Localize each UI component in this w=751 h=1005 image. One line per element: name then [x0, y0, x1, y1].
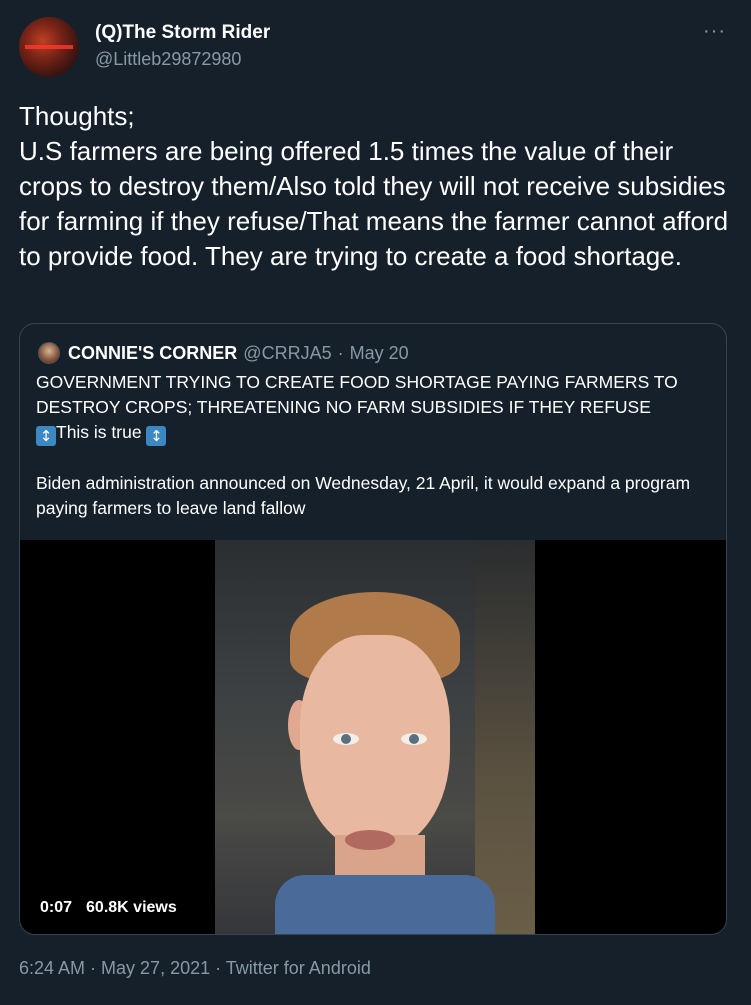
author-avatar[interactable] [19, 17, 79, 77]
quoted-claim-text: This is true [56, 422, 142, 442]
quoted-line-claim: ↕ This is true ↕ [36, 420, 706, 446]
video-views: 60.8K views [86, 899, 177, 916]
tweet: (Q)The Storm Rider @Littleb29872980 ··· … [0, 0, 751, 1005]
video-duration: 0:07 [40, 899, 73, 916]
video-player[interactable]: 0:07 60.8K views [20, 540, 726, 934]
quoted-line-body: Biden administration announced on Wednes… [36, 473, 691, 518]
video-frame [215, 540, 535, 934]
quoted-tweet[interactable]: CONNIE'S CORNER @CRRJA5 · May 20 GOVERNM… [19, 323, 727, 935]
avatar-laser-eyes [25, 45, 73, 49]
author-handle[interactable]: @Littleb29872980 [95, 49, 241, 70]
tweet-timestamp-source[interactable]: 6:24 AM · May 27, 2021 · Twitter for And… [19, 958, 371, 979]
up-down-arrow-icon: ↕ [146, 426, 167, 446]
separator-dot: · [337, 342, 344, 363]
up-down-arrow-icon: ↕ [36, 426, 56, 446]
video-meta: 0:07 60.8K views [40, 899, 177, 917]
author-display-name[interactable]: (Q)The Storm Rider [95, 22, 270, 44]
quoted-author-handle: @CRRJA5 [243, 342, 332, 363]
quoted-author-name: CONNIE'S CORNER [68, 342, 238, 363]
quoted-tweet-text: GOVERNMENT TRYING TO CREATE FOOD SHORTAG… [36, 370, 706, 521]
quoted-line-headline: GOVERNMENT TRYING TO CREATE FOOD SHORTAG… [36, 372, 678, 417]
quoted-author-avatar [38, 342, 60, 364]
more-options-icon[interactable]: ··· [703, 20, 726, 43]
quoted-tweet-date: May 20 [349, 342, 409, 363]
quoted-tweet-header: CONNIE'S CORNER @CRRJA5 · May 20 [38, 342, 409, 364]
tweet-text: Thoughts; U.S farmers are being offered … [19, 101, 729, 271]
